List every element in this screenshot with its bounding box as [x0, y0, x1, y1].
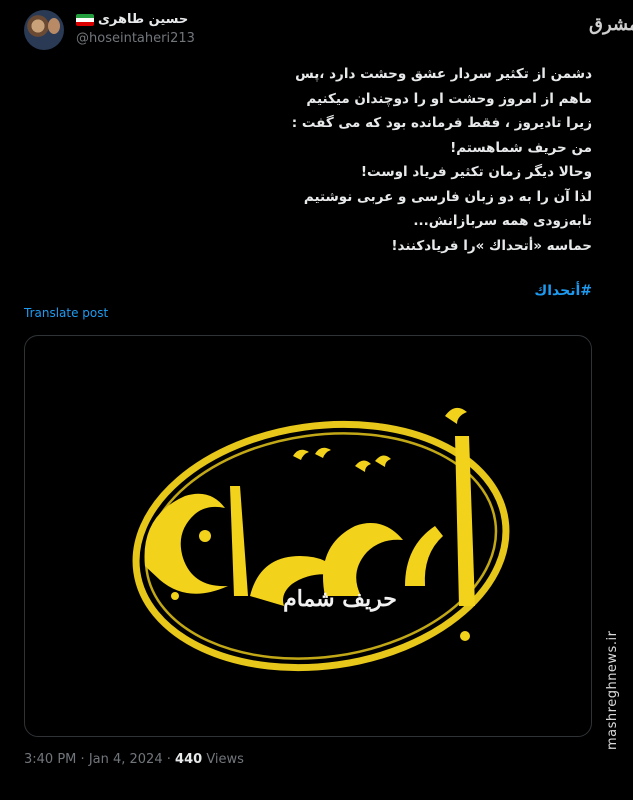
post-line: حماسه «أتحداك »را فریادکنند! [391, 237, 592, 254]
image-subtitle: حریف شمام [283, 586, 397, 612]
author-display-name[interactable]: حسین طاهری [98, 12, 188, 27]
post-line: تابه‌زودی همه سربازانش... [413, 213, 592, 229]
post-line: من حریف شماهستم! [450, 139, 592, 156]
post-line: زیرا تادیروز ، فقط فرمانده بود که می گفت… [291, 115, 592, 131]
views-label: Views [206, 752, 244, 767]
post-line: ماهم از امروز وحشت او را دوچندان میکنیم [306, 90, 592, 107]
post-meta: 3:40 PM · Jan 4, 2024 · 440 Views [24, 752, 244, 767]
post-image[interactable]: حریف شمام [24, 335, 592, 737]
calligraphy-artwork [132, 407, 510, 672]
post-header: حسین طاهری @hoseintaheri213 [24, 8, 584, 52]
author-handle[interactable]: @hoseintaheri213 [76, 31, 195, 46]
meta-separator: · [166, 752, 171, 767]
author-name-row[interactable]: حسین طاهری [76, 12, 188, 27]
post-line: دشمن از تکثیر سردار عشق وحشت دارد ،پس [295, 66, 592, 82]
watermark-site: mashreghnews.ir [605, 630, 620, 750]
post-line: لذا آن را به دو زبان فارسی و عربی نوشتیم [303, 188, 592, 205]
iran-flag-icon [76, 13, 94, 26]
translate-post-link[interactable]: Translate post [24, 306, 108, 320]
post-line: وحالا دیگر زمان تکثیر فریاد اوست! [360, 164, 592, 180]
views-count: 440 [175, 752, 203, 767]
post-date[interactable]: Jan 4, 2024 [89, 752, 163, 767]
avatar[interactable] [24, 10, 64, 50]
post-time[interactable]: 3:40 PM [24, 752, 76, 767]
meta-separator: · [80, 752, 85, 767]
post-text: دشمن از تکثیر سردار عشق وحشت دارد ،پس ما… [24, 62, 592, 258]
hashtag-link[interactable]: #أتحداك [24, 283, 592, 299]
mashregh-logo: مشرق [589, 14, 633, 35]
